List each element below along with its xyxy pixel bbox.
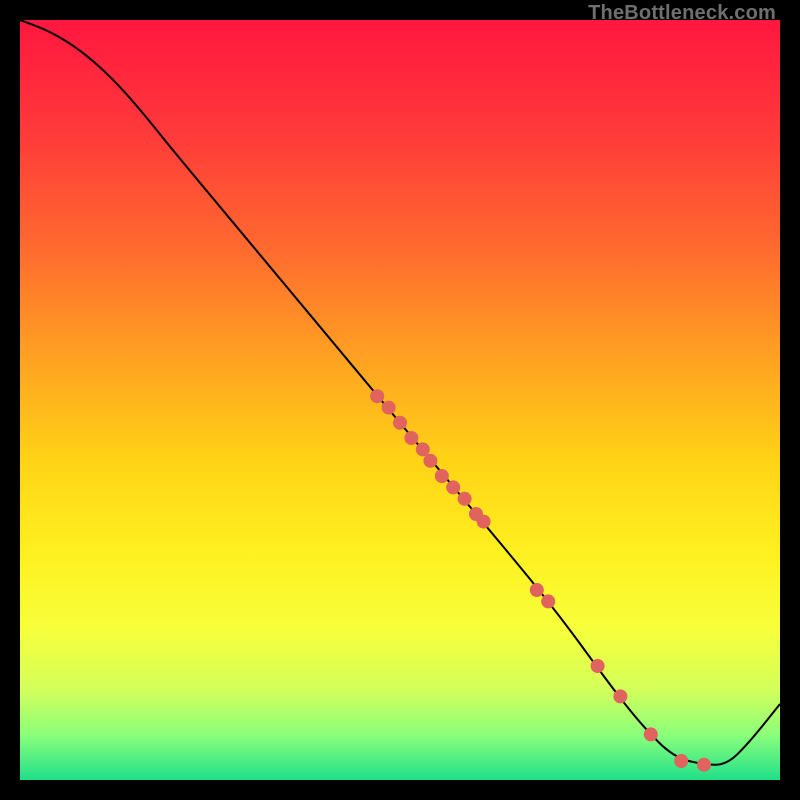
data-point — [393, 416, 407, 430]
data-point — [382, 401, 396, 415]
data-point — [477, 515, 491, 529]
data-point — [458, 492, 472, 506]
data-point — [697, 758, 711, 772]
data-point — [370, 389, 384, 403]
data-point — [435, 469, 449, 483]
data-point — [644, 727, 658, 741]
chart-frame — [20, 20, 780, 780]
bottleneck-chart — [20, 20, 780, 780]
data-point — [423, 454, 437, 468]
data-point — [613, 689, 627, 703]
data-point — [404, 431, 418, 445]
gradient-background — [20, 20, 780, 780]
data-point — [530, 583, 544, 597]
data-point — [674, 754, 688, 768]
data-point — [541, 594, 555, 608]
data-point — [591, 659, 605, 673]
data-point — [416, 442, 430, 456]
data-point — [446, 480, 460, 494]
